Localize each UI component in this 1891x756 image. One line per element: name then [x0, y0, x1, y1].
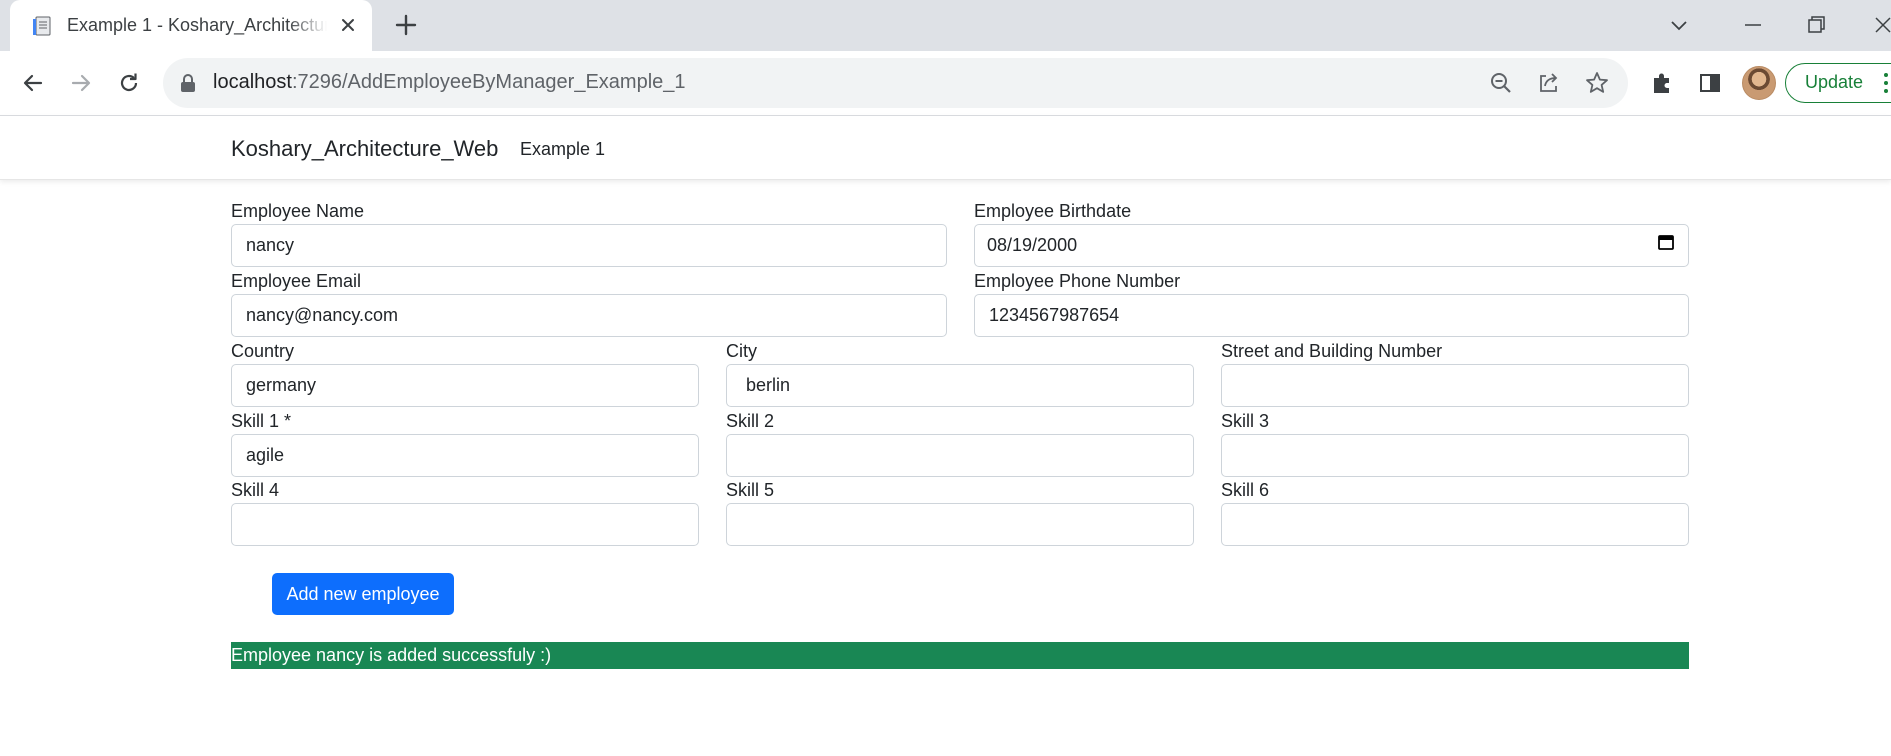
nav-link-example-1[interactable]: Example 1 — [520, 139, 605, 160]
tab-search-chevron-icon[interactable] — [1666, 12, 1692, 38]
employee-birthdate-input[interactable] — [974, 224, 1689, 267]
close-tab-icon[interactable] — [337, 14, 359, 36]
skill2-input[interactable] — [726, 434, 1194, 477]
reload-icon[interactable] — [115, 69, 143, 97]
url-host: localhost — [213, 71, 292, 93]
success-alert: Employee nancy is added successfuly :) — [231, 642, 1689, 669]
street-label: Street and Building Number — [1221, 341, 1443, 361]
city-label: City — [726, 341, 757, 361]
skill4-group: Skill 4 — [231, 478, 699, 546]
back-arrow-icon[interactable] — [19, 69, 47, 97]
skill3-label: Skill 3 — [1221, 411, 1270, 431]
skill6-group: Skill 6 — [1221, 478, 1689, 546]
country-group: Country — [231, 339, 699, 407]
country-input[interactable] — [231, 364, 699, 407]
employee-name-group: Employee Name — [231, 199, 947, 267]
skill3-group: Skill 3 — [1221, 409, 1689, 477]
extensions-puzzle-icon[interactable] — [1648, 69, 1676, 97]
zoom-out-icon[interactable] — [1488, 70, 1514, 96]
skill1-group: Skill 1 * — [231, 409, 699, 477]
close-window-icon[interactable] — [1870, 12, 1891, 38]
address-bar[interactable]: localhost:7296/AddEmployeeByManager_Exam… — [163, 58, 1628, 108]
skill1-label: Skill 1 * — [231, 411, 292, 431]
city-group: City — [726, 339, 1194, 407]
tab-title: Example 1 - Koshary_Architecture_Web — [67, 15, 327, 35]
minimize-icon[interactable] — [1740, 12, 1766, 38]
menu-dots-icon[interactable] — [1883, 71, 1889, 95]
document-favicon-icon — [33, 16, 51, 36]
skill5-group: Skill 5 — [726, 478, 1194, 546]
skill4-input[interactable] — [231, 503, 699, 546]
skill6-label: Skill 6 — [1221, 480, 1270, 500]
skill4-label: Skill 4 — [231, 480, 280, 500]
street-group: Street and Building Number — [1221, 339, 1689, 407]
employee-birthdate-label: Employee Birthdate — [974, 201, 1132, 221]
employee-name-label: Employee Name — [231, 201, 365, 221]
restore-window-icon[interactable] — [1803, 12, 1829, 38]
employee-phone-label: Employee Phone Number — [974, 271, 1181, 291]
skill1-input[interactable] — [231, 434, 699, 477]
update-button[interactable]: Update — [1785, 63, 1891, 103]
site-navbar: Koshary_Architecture_Web Example 1 — [0, 116, 1891, 180]
employee-phone-input[interactable] — [974, 294, 1689, 337]
share-icon[interactable] — [1536, 70, 1562, 96]
url-text[interactable]: localhost:7296/AddEmployeeByManager_Exam… — [213, 71, 686, 94]
skill6-input[interactable] — [1221, 503, 1689, 546]
skill2-group: Skill 2 — [726, 409, 1194, 477]
skill5-input[interactable] — [726, 503, 1194, 546]
site-brand[interactable]: Koshary_Architecture_Web — [231, 136, 498, 162]
employee-birthdate-group: Employee Birthdate — [974, 199, 1689, 267]
employee-email-label: Employee Email — [231, 271, 362, 291]
employee-email-input[interactable] — [231, 294, 947, 337]
skill2-label: Skill 2 — [726, 411, 775, 431]
city-input[interactable] — [726, 364, 1194, 407]
skill3-input[interactable] — [1221, 434, 1689, 477]
bookmark-star-icon[interactable] — [1584, 70, 1610, 96]
new-tab-plus-icon[interactable] — [392, 11, 420, 39]
country-label: Country — [231, 341, 295, 361]
add-new-employee-button[interactable]: Add new employee — [272, 573, 454, 615]
side-panel-icon[interactable] — [1696, 69, 1724, 97]
forward-arrow-icon[interactable] — [67, 69, 95, 97]
url-path: :7296/AddEmployeeByManager_Example_1 — [291, 71, 686, 93]
employee-email-group: Employee Email — [231, 269, 947, 337]
lock-icon[interactable] — [179, 73, 197, 93]
calendar-icon[interactable] — [1657, 233, 1675, 251]
browser-toolbar: localhost:7296/AddEmployeeByManager_Exam… — [0, 51, 1891, 116]
employee-name-input[interactable] — [231, 224, 947, 267]
browser-tabstrip: Example 1 - Koshary_Architecture_Web — [0, 0, 1891, 51]
street-input[interactable] — [1221, 364, 1689, 407]
skill5-label: Skill 5 — [726, 480, 775, 500]
employee-phone-group: Employee Phone Number — [974, 269, 1689, 337]
profile-avatar[interactable] — [1742, 66, 1776, 100]
browser-tab[interactable]: Example 1 - Koshary_Architecture_Web — [10, 0, 372, 51]
